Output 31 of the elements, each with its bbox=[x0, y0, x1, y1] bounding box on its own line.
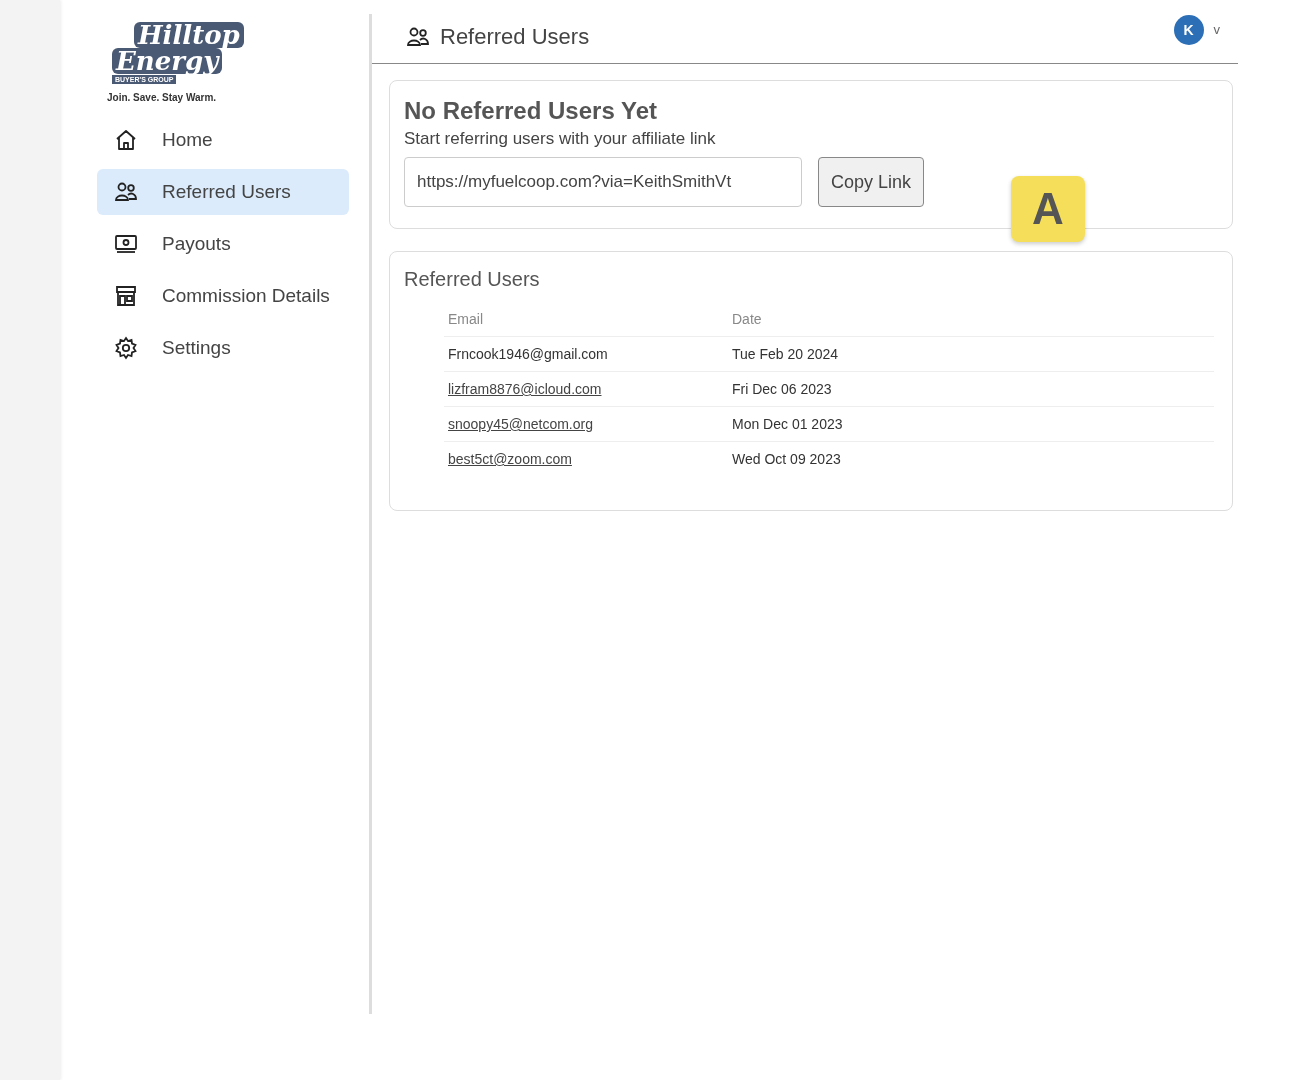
logo-tagline: Join. Save. Stay Warm. bbox=[107, 92, 217, 103]
email-text: Frncook1946@gmail.com bbox=[448, 346, 608, 362]
home-icon bbox=[114, 128, 138, 152]
avatar[interactable]: K bbox=[1173, 14, 1204, 45]
card-title: No Referred Users Yet bbox=[404, 97, 658, 125]
email-link[interactable]: snoopy45@netcom.org bbox=[448, 416, 593, 432]
store-icon bbox=[114, 284, 138, 308]
date-text: Wed Oct 09 2023 bbox=[732, 451, 841, 467]
email-link[interactable]: lizfram8876@icloud.com bbox=[448, 381, 602, 397]
date-text: Mon Dec 01 2023 bbox=[732, 416, 843, 432]
date-text: Fri Dec 06 2023 bbox=[732, 381, 832, 397]
copy-link-button[interactable]: Copy Link bbox=[818, 157, 925, 207]
sidebar-item[interactable]: Referred Users bbox=[97, 169, 349, 215]
logo-text: Hilltop bbox=[134, 22, 244, 48]
date-text: Tue Feb 20 2024 bbox=[732, 346, 839, 362]
settings-icon bbox=[114, 336, 138, 360]
card-title: Referred Users bbox=[404, 268, 541, 291]
users-icon bbox=[114, 180, 138, 204]
money-icon bbox=[114, 232, 138, 256]
page-title: Referred Users bbox=[440, 23, 590, 50]
caret-icon[interactable]: v bbox=[1213, 22, 1220, 37]
affiliate-link-field[interactable]: https://myfuelcoop.com?via=KeithSmithVt bbox=[404, 157, 802, 207]
column-header: Email bbox=[444, 311, 728, 337]
column-header: Date bbox=[728, 311, 1214, 337]
sidebar-item[interactable]: Settings bbox=[97, 325, 359, 371]
email-link[interactable]: best5ct@zoom.com bbox=[448, 451, 572, 467]
callout-marker: A bbox=[1011, 176, 1085, 242]
sidebar-item[interactable]: Commission Details bbox=[97, 273, 359, 319]
card-subtitle: Start referring users with your affiliate link bbox=[404, 129, 717, 149]
sidebar-item[interactable]: Home bbox=[97, 117, 359, 163]
sidebar-item[interactable]: Payouts bbox=[97, 221, 359, 267]
